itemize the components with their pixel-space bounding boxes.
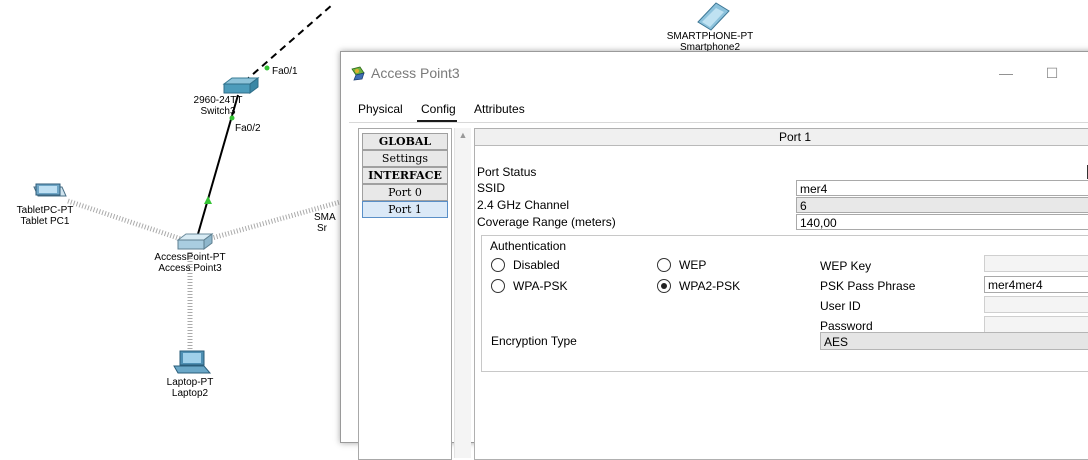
access-point-label: AccessPoint-PT Access Point3: [150, 252, 230, 274]
tab-config[interactable]: Config: [421, 102, 456, 116]
title-bar[interactable]: Access Point3 — ☐: [341, 52, 1088, 94]
tab-physical[interactable]: Physical: [358, 102, 403, 116]
laptop-type: Laptop-PT: [166, 377, 214, 388]
smartphone-icon[interactable]: [697, 2, 730, 31]
wireless-link-tablet: [67, 198, 185, 243]
radio-wpa2-psk-label: WPA2-PSK: [679, 279, 741, 293]
password-input[interactable]: [984, 316, 1088, 333]
switch-name: Switch3: [200, 106, 236, 117]
tab-bar: Physical Config Attributes: [341, 96, 1088, 122]
switch-port-down-label: Fa0/2: [235, 123, 261, 134]
maximize-button[interactable]: ☐: [1037, 60, 1067, 86]
port-config-panel: Port 1 Port Status ✓ SSID mer4 2.4 GHz C…: [474, 128, 1088, 460]
tablet-label: TabletPC-PT Tablet PC1: [10, 205, 80, 227]
laptop-name: Laptop2: [171, 388, 209, 399]
smartphone-label: SMARTPHONE-PT Smartphone2: [660, 31, 760, 53]
switch-label: 2960-24TT Switch3: [188, 95, 248, 117]
nav-item-settings[interactable]: Settings: [362, 150, 448, 167]
channel-select[interactable]: 6: [796, 197, 1088, 213]
nav-item-port-0[interactable]: Port 0: [362, 184, 448, 201]
access-point-name: Access Point3: [158, 263, 222, 274]
channel-label: 2.4 GHz Channel: [477, 198, 570, 212]
access-point-icon[interactable]: [176, 233, 214, 250]
nav-interface-header: INTERFACE: [362, 167, 448, 184]
password-label: Password: [820, 319, 873, 333]
switch-icon[interactable]: [222, 77, 260, 94]
user-id-label: User ID: [820, 299, 861, 313]
wep-key-input[interactable]: [984, 255, 1088, 272]
radio-wep-label: WEP: [679, 258, 707, 272]
tablet-icon[interactable]: [33, 183, 67, 197]
radio-disabled-label: Disabled: [513, 258, 560, 272]
window-title: Access Point3: [371, 65, 460, 81]
authentication-group: Authentication Disabled WEP WPA-PSK WPA2…: [481, 235, 1088, 372]
radio-wep[interactable]: [657, 258, 671, 272]
laptop-label: Laptop-PT Laptop2: [160, 377, 220, 399]
tab-attributes[interactable]: Attributes: [474, 102, 525, 116]
tablet-name: Tablet PC1: [20, 216, 70, 227]
nav-item-port-1[interactable]: Port 1: [362, 201, 448, 218]
encryption-type-select[interactable]: AES: [820, 332, 1088, 350]
encryption-type-label: Encryption Type: [491, 334, 577, 348]
minimize-button[interactable]: —: [991, 60, 1021, 86]
radio-disabled[interactable]: [491, 258, 505, 272]
psk-pass-phrase-input[interactable]: mer4mer4: [984, 276, 1088, 293]
psk-pass-phrase-label: PSK Pass Phrase: [820, 279, 916, 293]
ssid-label: SSID: [477, 181, 506, 195]
coverage-input[interactable]: 140,00: [796, 214, 1088, 230]
panel-header: Port 1: [475, 129, 1088, 146]
smartphone-type: SMARTPHONE-PT: [666, 31, 754, 42]
coverage-label: Coverage Range (meters): [477, 215, 616, 229]
wep-key-label: WEP Key: [820, 259, 872, 273]
ssid-input[interactable]: mer4: [796, 180, 1088, 196]
access-point-app-icon: [351, 66, 365, 81]
config-nav-list: GLOBAL Settings INTERFACE Port 0 Port 1: [358, 128, 452, 460]
access-point-dialog: Access Point3 — ☐ Physical Config Attrib…: [340, 51, 1088, 460]
switch-port-up-label: Fa0/1: [272, 66, 298, 77]
radio-wpa-psk-label: WPA-PSK: [513, 279, 568, 293]
nav-global-header: GLOBAL: [362, 133, 448, 150]
scroll-up-icon[interactable]: ▲: [455, 130, 471, 140]
link-light-fa01: [264, 65, 270, 71]
laptop-icon[interactable]: [173, 350, 212, 374]
port-status-label: Port Status: [477, 165, 537, 179]
radio-wpa2-psk[interactable]: [657, 279, 671, 293]
link-light-ap: [204, 196, 212, 204]
nav-scrollbar[interactable]: ▲: [454, 128, 471, 458]
switch-type: 2960-24TT: [193, 95, 243, 106]
authentication-title: Authentication: [490, 239, 567, 253]
user-id-input[interactable]: [984, 296, 1088, 313]
access-point-type: AccessPoint-PT: [154, 252, 226, 263]
radio-wpa-psk[interactable]: [491, 279, 505, 293]
tablet-type: TabletPC-PT: [16, 205, 74, 216]
